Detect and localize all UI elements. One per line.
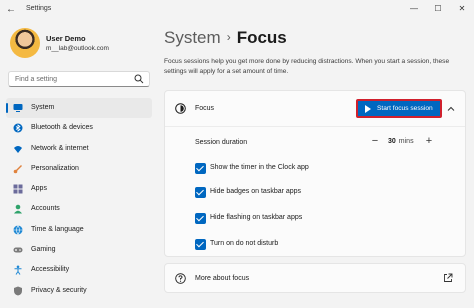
help-icon [175,273,186,284]
monitor-icon [13,104,23,112]
wifi-icon [14,145,22,153]
option-label: Turn on do not disturb [210,240,279,247]
sidebar-item-label: Accounts [31,205,60,213]
breadcrumb: System › Focus [164,28,287,48]
brush-icon [13,164,22,174]
search-icon [134,74,144,84]
back-button[interactable]: ← [6,4,20,16]
option-hide-badges[interactable]: Hide badges on taskbar apps [195,186,455,200]
sidebar-item-personalization[interactable]: Personalization [6,159,152,179]
sidebar-item-system[interactable]: System [6,98,152,119]
show-timer-checkbox[interactable] [195,163,206,174]
apps-icon [13,184,23,194]
avatar [10,28,40,58]
accessibility-icon [14,265,22,276]
focus-card-header[interactable]: Focus Start focus session [165,91,465,127]
chevron-up-icon[interactable] [446,104,456,114]
duration-value: 30 mins [388,138,414,145]
duration-unit: mins [398,138,414,145]
sidebar-item-label: Time & language [31,225,84,233]
hide-flashing-checkbox[interactable] [195,213,206,224]
sidebar-item-label: Apps [31,185,47,193]
gamepad-icon [13,247,23,253]
session-duration-label: Session duration [195,139,248,146]
sidebar-item-label: Network & internet [31,144,89,152]
option-do-not-disturb[interactable]: Turn on do not disturb [195,238,455,252]
user-profile[interactable]: User Demo m__lab@outlook.com [10,28,160,60]
breadcrumb-separator: › [226,30,231,44]
option-label: Hide badges on taskbar apps [210,188,302,195]
globe-icon [13,225,23,235]
breadcrumb-parent[interactable]: System [164,28,221,47]
sidebar-item-accounts[interactable]: Accounts [6,199,152,219]
sidebar-item-label: Bluetooth & devices [31,124,93,132]
hide-badges-checkbox[interactable] [195,187,206,198]
search-placeholder: Find a setting [15,76,58,83]
start-focus-session-label: Start focus session [377,105,433,112]
option-label: Show the timer in the Clock app [210,164,309,171]
sidebar-item-label: Personalization [31,164,79,172]
duration-number: 30 [388,138,396,145]
sidebar-item-label: System [31,104,55,111]
external-link-icon [444,273,453,282]
play-icon [365,105,371,113]
focus-card: Focus Start focus session Session durati… [164,90,466,257]
user-name: User Demo [46,34,86,43]
increase-duration-button[interactable]: + [421,133,437,149]
page-title: Focus [236,28,287,47]
sidebar-item-label: Privacy & security [31,286,87,294]
do-not-disturb-checkbox[interactable] [195,239,206,250]
title-bar: ← Settings — ☐ ✕ [0,0,474,20]
more-about-focus-link[interactable]: More about focus [164,263,466,293]
decrease-duration-button[interactable]: − [367,133,383,149]
option-hide-flashing[interactable]: Hide flashing on taskbar apps [195,212,455,226]
sidebar-item-label: Accessibility [31,266,70,274]
option-label: Hide flashing on taskbar apps [210,214,303,221]
sidebar-item-time-language[interactable]: Time & language [6,220,152,240]
focus-label: Focus [195,105,215,112]
search-input[interactable]: Find a setting [8,71,150,87]
close-button[interactable]: ✕ [452,3,472,15]
window-title: Settings [26,5,52,12]
more-about-focus-label: More about focus [195,275,250,282]
sidebar-item-bluetooth[interactable]: Bluetooth & devices [6,118,152,138]
sidebar-item-gaming[interactable]: Gaming [6,240,152,260]
bluetooth-icon [13,123,23,133]
option-show-timer[interactable]: Show the timer in the Clock app [195,162,455,176]
page-description: Focus sessions help you get more done by… [164,58,450,75]
focus-icon [175,103,186,114]
sidebar-item-apps[interactable]: Apps [6,179,152,199]
sidebar-item-network[interactable]: Network & internet [6,139,152,159]
sidebar-item-privacy[interactable]: Privacy & security [6,281,152,301]
user-email: m__lab@outlook.com [46,45,109,52]
minimize-button[interactable]: — [404,3,424,15]
shield-icon [14,286,22,296]
sidebar-item-accessibility[interactable]: Accessibility [6,260,152,280]
sidebar-nav: System Bluetooth & devices Network & int… [6,98,152,301]
person-icon [14,205,22,214]
start-focus-session-button[interactable]: Start focus session [356,99,442,118]
maximize-button[interactable]: ☐ [428,3,448,15]
sidebar-item-label: Gaming [31,246,56,254]
